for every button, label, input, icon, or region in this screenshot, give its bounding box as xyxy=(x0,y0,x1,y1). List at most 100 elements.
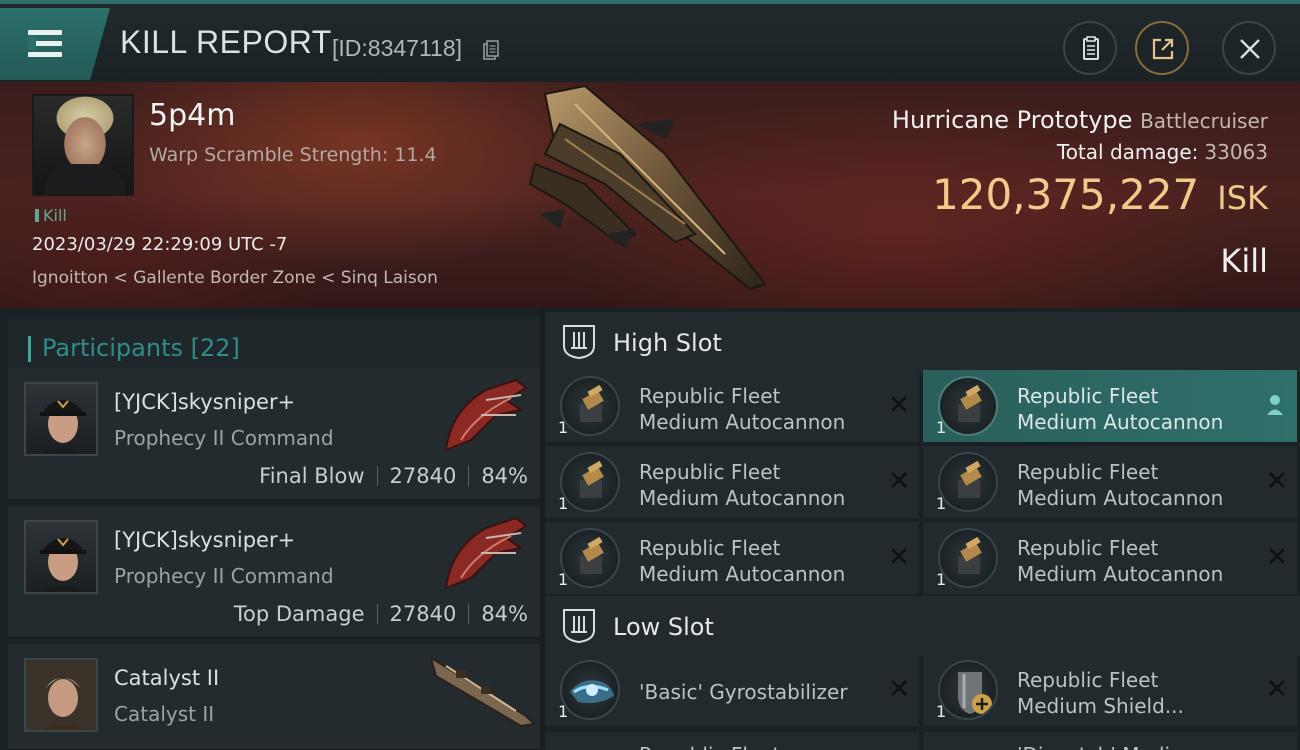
module-name-line1: Republic Fleet xyxy=(639,460,781,484)
module-name: Republic Fleet Medium Shield... xyxy=(1017,667,1257,719)
autocannon-icon xyxy=(938,452,998,512)
module-tile[interactable]: 1 Republic Fleet Medium Autocannon xyxy=(545,522,919,594)
module-quantity: 1 xyxy=(936,418,947,437)
module-name-line2: Medium Autocannon xyxy=(639,562,846,586)
menu-icon xyxy=(28,30,62,58)
isk-amount: 120,375,227 xyxy=(932,170,1200,219)
participant-ship: Catalyst II xyxy=(114,702,215,726)
module-name: Republic Fleet Medium Autocannon xyxy=(639,459,879,511)
participants-panel: Participants [22] [YJCK]skysniper+ Proph… xyxy=(0,308,540,750)
victim-name[interactable]: 5p4m xyxy=(149,98,235,133)
share-button[interactable] xyxy=(1135,21,1189,75)
module-name-line2: Medium Autocannon xyxy=(1017,562,1224,586)
low-slot-icon xyxy=(563,609,595,644)
victim-summary: 5p4m Warp Scramble Strength: 11.4 Kill 2… xyxy=(0,82,1300,308)
participants-title: Participants xyxy=(42,334,183,362)
module-tile[interactable]: 1 Republic Fleet Medium Autocannon xyxy=(545,370,919,442)
module-tile[interactable]: 1 Republic Fleet Medium Autocannon xyxy=(923,522,1297,594)
gyrostabilizer-icon xyxy=(560,660,620,720)
isk-value: 120,375,227 ISK xyxy=(932,170,1268,219)
module-name-line2: Medium Autocannon xyxy=(1017,410,1224,434)
victim-portrait[interactable] xyxy=(32,94,134,196)
module-quantity: 1 xyxy=(558,418,569,437)
participant-percent: 84% xyxy=(481,602,528,626)
participant-ship-image xyxy=(444,378,528,452)
module-name: Republic Fleet xyxy=(639,742,879,750)
autocannon-icon xyxy=(560,376,620,436)
module-name-line2: Medium Autocannon xyxy=(639,410,846,434)
participant-role: Top Damage xyxy=(233,602,365,626)
module-name: 'Basic' Gyrostabilizer xyxy=(639,679,879,705)
participant-name: [YJCK]skysniper+ xyxy=(114,390,296,414)
module-name-line1: 'Basic' Gyrostabilizer xyxy=(639,680,848,704)
module-tile[interactable]: 1 Republic Fleet Medium Autocannon xyxy=(923,446,1297,518)
participant-name: Catalyst II xyxy=(114,666,220,690)
destroyed-icon xyxy=(891,396,907,412)
participant-avatar xyxy=(24,520,98,594)
copy-icon[interactable] xyxy=(483,40,499,60)
menu-button[interactable] xyxy=(0,8,110,80)
divider xyxy=(376,604,378,624)
kill-location[interactable]: Ignoitton < Gallente Border Zone < Sinq … xyxy=(32,268,438,288)
module-name: Republic Fleet Medium Autocannon xyxy=(1017,459,1257,511)
module-name: Republic Fleet Medium Autocannon xyxy=(1017,383,1257,435)
total-damage-value: 33063 xyxy=(1204,140,1268,164)
ship-class: Battlecruiser xyxy=(1140,109,1268,133)
kill-datetime: 2023/03/29 22:29:09 UTC -7 xyxy=(32,234,288,255)
shield-extender-icon xyxy=(938,660,998,720)
participant-card[interactable]: [YJCK]skysniper+ Prophecy II Command Fin… xyxy=(8,368,540,500)
participant-card[interactable]: [YJCK]skysniper+ Prophecy II Command Top… xyxy=(8,506,540,638)
module-tile[interactable]: 1 'Basic' Gyrostabilizer xyxy=(545,654,919,726)
participant-ship-image xyxy=(444,516,528,590)
close-button[interactable] xyxy=(1222,21,1276,75)
kill-type-badge: Kill xyxy=(35,206,67,225)
dropped-to-pilot-icon xyxy=(1267,395,1283,415)
divider xyxy=(376,466,378,486)
clipboard-button[interactable] xyxy=(1063,21,1117,75)
module-name-line2: Medium Autocannon xyxy=(639,486,846,510)
participants-header[interactable]: Participants [22] xyxy=(8,318,540,374)
autocannon-icon xyxy=(560,528,620,588)
module-name-line1: Republic Fleet xyxy=(639,742,879,750)
kill-result: Kill xyxy=(1220,242,1268,280)
module-tile[interactable]: Republic Fleet xyxy=(545,732,919,750)
autocannon-icon xyxy=(938,528,998,588)
module-tile[interactable]: 1 Republic Fleet Medium Shield... xyxy=(923,654,1297,726)
participant-avatar xyxy=(24,382,98,456)
module-tile[interactable]: 1 Republic Fleet Medium Autocannon xyxy=(545,446,919,518)
destroyed-icon xyxy=(1269,472,1285,488)
module-name-line1: Republic Fleet xyxy=(639,536,781,560)
module-name: Republic Fleet Medium Autocannon xyxy=(639,383,879,435)
participant-damage: 27840 xyxy=(389,464,457,488)
high-slot-label: High Slot xyxy=(613,329,722,357)
participants-count: [22] xyxy=(190,334,240,362)
module-name: Republic Fleet Medium Autocannon xyxy=(639,535,879,587)
participant-percent: 84% xyxy=(481,464,528,488)
destroyed-icon xyxy=(891,680,907,696)
victim-ship-image[interactable] xyxy=(525,84,785,298)
accent-bar xyxy=(28,336,31,362)
module-quantity: 1 xyxy=(558,570,569,589)
divider xyxy=(468,466,470,486)
victim-ship-name[interactable]: Hurricane Prototype Battlecruiser xyxy=(892,106,1268,134)
autocannon-icon xyxy=(938,376,998,436)
total-damage: Total damage: 33063 xyxy=(1057,140,1268,164)
destroyed-icon xyxy=(1269,548,1285,564)
module-name-line1: Republic Fleet xyxy=(639,384,781,408)
participant-card[interactable]: Catalyst II Catalyst II xyxy=(8,644,540,750)
participant-avatar xyxy=(24,658,98,732)
participant-ship: Prophecy II Command xyxy=(114,426,334,450)
destroyed-icon xyxy=(891,472,907,488)
close-icon xyxy=(1240,39,1260,59)
module-tile[interactable]: 1 Republic Fleet Medium Autocannon xyxy=(923,370,1297,442)
module-name: 'Dispatch' Medium xyxy=(1017,742,1257,750)
report-id: [ID:8347118] xyxy=(332,35,463,61)
module-tile[interactable]: 'Dispatch' Medium xyxy=(923,732,1297,750)
participants-label: Participants [22] xyxy=(42,334,240,362)
participant-name: [YJCK]skysniper+ xyxy=(114,528,296,552)
total-damage-label: Total damage: xyxy=(1056,140,1199,164)
low-slot-label: Low Slot xyxy=(613,613,714,641)
ship-type-name: Hurricane Prototype xyxy=(891,106,1133,134)
participant-damage: 27840 xyxy=(389,602,457,626)
module-quantity: 1 xyxy=(936,494,947,513)
